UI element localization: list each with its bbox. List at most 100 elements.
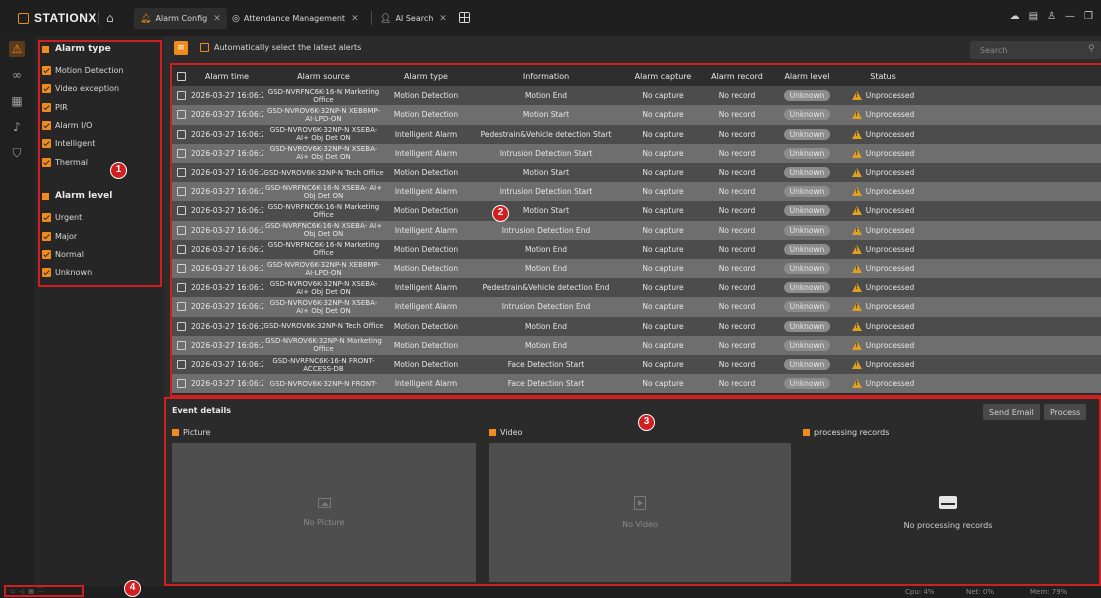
col-status[interactable]: Status [842, 72, 924, 81]
restore-icon[interactable]: ❐ [1084, 11, 1093, 22]
alarm-capture-cell[interactable]: No capture [624, 187, 702, 196]
table-row[interactable]: 2026-03-27 16:06:26 GSD-NVROV6K-32NP-N XS… [172, 143, 1101, 163]
alarm-icon[interactable]: ⚠ [9, 41, 25, 57]
row-select[interactable] [172, 187, 191, 197]
checkbox[interactable] [177, 168, 186, 178]
alarm-capture-cell[interactable]: No capture [624, 130, 702, 139]
row-select[interactable] [172, 360, 191, 370]
table-row[interactable]: 2026-03-27 16:06:26 GSD-NVROV6K-32NP-N XE… [172, 105, 1101, 125]
table-row[interactable]: 2026-03-27 16:06:25 GSD-NVROV6K-32NP-N Te… [172, 316, 1101, 336]
add-tab-icon[interactable] [459, 12, 470, 23]
cloud-icon[interactable]: ☁ [1010, 11, 1020, 22]
row-select[interactable] [172, 110, 191, 120]
alarm-capture-cell[interactable]: No capture [624, 168, 702, 177]
volume-icon[interactable]: ◁ [20, 588, 25, 595]
checkbox[interactable] [177, 244, 186, 254]
table-row[interactable]: 2026-03-27 16:06:25 GSD-NVRFNC6K-16-N Mar… [172, 239, 1101, 259]
col-information[interactable]: Information [468, 72, 624, 81]
tab-alarm-config[interactable]: 🔔︎ Alarm Config ✕ [134, 8, 227, 29]
layout-icon[interactable]: ▭ [10, 588, 16, 595]
table-row[interactable]: 2026-03-27 16:06:25 GSD-NVRFNC6K-16-N XSE… [172, 182, 1101, 202]
close-icon[interactable]: ✕ [439, 14, 447, 24]
row-select[interactable] [172, 148, 191, 158]
alarm-record-cell[interactable]: No record [702, 322, 772, 331]
checkbox[interactable] [42, 103, 51, 112]
alarm-capture-cell[interactable]: No capture [624, 322, 702, 331]
alarm-capture-cell[interactable]: No capture [624, 206, 702, 215]
user-icon[interactable]: ♙ [1047, 11, 1056, 22]
col-alarm-type[interactable]: Alarm type [384, 72, 468, 81]
col-alarm-source[interactable]: Alarm source [263, 73, 384, 81]
search-input[interactable] [970, 41, 1101, 59]
auto-select-toggle[interactable]: Automatically select the latest alerts [200, 43, 361, 52]
checkbox[interactable] [177, 283, 186, 293]
filter-major[interactable]: Major [42, 232, 77, 241]
filter-urgent[interactable]: Urgent [42, 213, 82, 222]
row-select[interactable] [172, 129, 191, 139]
filter-unknown[interactable]: Unknown [42, 268, 92, 277]
table-row[interactable]: 2026-03-27 16:06:25 GSD-NVROV6K-32NP-N XE… [172, 259, 1101, 279]
alarm-record-cell[interactable]: No record [702, 245, 772, 254]
alarm-capture-cell[interactable]: No capture [624, 245, 702, 254]
col-alarm-record[interactable]: Alarm record [702, 72, 772, 81]
table-row[interactable]: 2026-03-27 16:06:25 GSD-NVRFNC6K-16-N Mar… [172, 201, 1101, 221]
checkbox[interactable] [42, 66, 51, 75]
alarm-capture-cell[interactable]: No capture [624, 110, 702, 119]
checkbox[interactable] [42, 232, 51, 241]
row-select[interactable] [172, 340, 191, 350]
checkbox[interactable] [177, 72, 186, 82]
document-icon[interactable]: ▤ [1029, 11, 1038, 22]
checkbox[interactable] [42, 158, 51, 167]
checkbox[interactable] [42, 213, 51, 222]
filter-normal[interactable]: Normal [42, 250, 84, 259]
row-select[interactable] [172, 91, 191, 101]
building-icon[interactable]: ▦ [9, 93, 25, 109]
minimize-icon[interactable]: — [1065, 11, 1075, 22]
checkbox[interactable] [177, 129, 186, 139]
alarm-capture-cell[interactable]: No capture [624, 379, 702, 388]
tab-ai-search[interactable]: 👤︎ AI Search ✕ [374, 8, 453, 29]
checkbox[interactable] [177, 91, 186, 101]
select-all[interactable] [172, 72, 191, 82]
checkbox[interactable] [177, 360, 186, 370]
checkbox[interactable] [177, 206, 186, 216]
row-select[interactable] [172, 321, 191, 331]
grid-icon[interactable]: ▦ [28, 588, 34, 595]
alarm-record-cell[interactable]: No record [702, 360, 772, 369]
filter-pir[interactable]: PIR [42, 103, 68, 112]
table-row[interactable]: 2026-03-27 16:06:26 GSD-NVRFNC6K-16-N Mar… [172, 86, 1101, 106]
checkbox[interactable] [200, 43, 209, 52]
alarm-record-cell[interactable]: No record [702, 226, 772, 235]
table-row[interactable]: 2026-03-27 16:06:25 GSD-NVROV6K-32NP-N Ma… [172, 335, 1101, 355]
checkbox[interactable] [177, 187, 186, 197]
tab-attendance-management[interactable]: ◎ Attendance Management ✕ [226, 8, 365, 29]
shield-icon[interactable]: ⛉ [9, 145, 25, 161]
checkbox[interactable] [177, 379, 186, 389]
table-row[interactable]: 2026-03-27 16:06:26 GSD-NVROV6K-32NP-N Te… [172, 163, 1101, 183]
alarm-capture-cell[interactable]: No capture [624, 302, 702, 311]
table-row[interactable]: 2026-03-27 16:06:25 GSD-NVROV6K-32NP-N XS… [172, 297, 1101, 317]
list-view-button[interactable]: ≡ [174, 41, 188, 55]
row-select[interactable] [172, 283, 191, 293]
alarm-record-cell[interactable]: No record [702, 341, 772, 350]
table-row[interactable]: 2026-03-27 16:06:26 GSD-NVROV6K-32NP-N XS… [172, 124, 1101, 144]
filter-video-exception[interactable]: Video exception [42, 84, 119, 93]
row-select[interactable] [172, 225, 191, 235]
alarm-capture-cell[interactable]: No capture [624, 341, 702, 350]
row-select[interactable] [172, 264, 191, 274]
row-select[interactable] [172, 168, 191, 178]
table-row[interactable]: 2026-03-27 16:06:25 GSD-NVRFNC6K-16-N XSE… [172, 220, 1101, 240]
fullscreen-icon[interactable]: ⛶ [38, 587, 42, 595]
checkbox[interactable] [42, 84, 51, 93]
col-alarm-capture[interactable]: Alarm capture [624, 72, 702, 81]
send-email-button[interactable]: Send Email [983, 404, 1040, 420]
alarm-record-cell[interactable]: No record [702, 302, 772, 311]
row-select[interactable] [172, 302, 191, 312]
checkbox[interactable] [177, 321, 186, 331]
process-button[interactable]: Process [1044, 404, 1087, 420]
checkbox[interactable] [42, 121, 51, 130]
alarm-record-cell[interactable]: No record [702, 283, 772, 292]
alarm-capture-cell[interactable]: No capture [624, 283, 702, 292]
bell-icon[interactable]: ♪ [9, 119, 25, 135]
checkbox[interactable] [42, 250, 51, 259]
